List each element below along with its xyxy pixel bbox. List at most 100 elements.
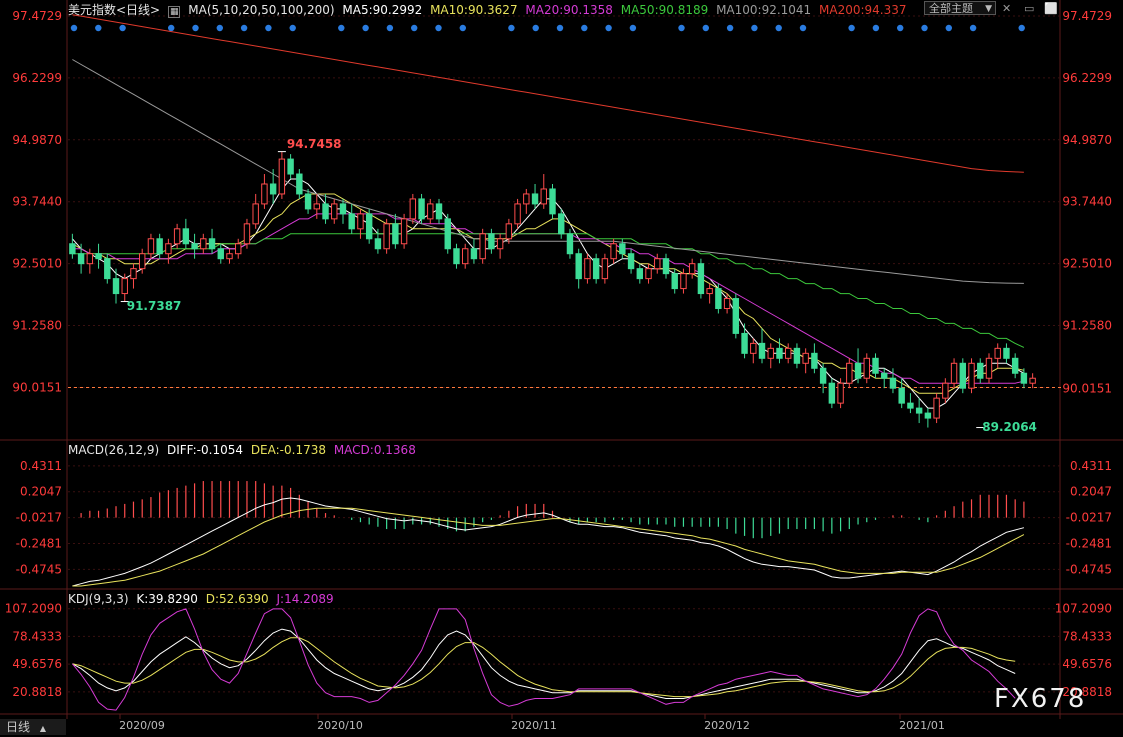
price-axis-label-left: 94.9870 bbox=[12, 133, 62, 147]
ma200-value: MA200:94.337 bbox=[819, 3, 907, 17]
candle-down bbox=[915, 407, 923, 414]
period-tab-daily[interactable]: 日线 ▲ bbox=[0, 719, 66, 735]
kdj-axis-label-left: 107.2090 bbox=[5, 602, 62, 616]
candle-up bbox=[261, 183, 268, 205]
macd-header: MACD(26,12,9) DIFF:-0.1054 DEA:-0.1738 M… bbox=[68, 443, 420, 457]
theme-select[interactable]: 全部主题 ▼ bbox=[924, 1, 996, 15]
candle-down bbox=[348, 213, 355, 230]
candle-down bbox=[392, 223, 399, 245]
candle-down bbox=[758, 342, 766, 359]
candle-up bbox=[767, 347, 774, 359]
ma100-value: MA100:92.1041 bbox=[716, 3, 812, 17]
candle-up bbox=[968, 362, 975, 389]
main-header: 美元指数<日线> ▦ MA(5,10,20,50,100,200) MA5:90… bbox=[68, 1, 911, 18]
chart-type-icon[interactable]: ▦ bbox=[167, 6, 181, 18]
price-axis-label-left: 91.2580 bbox=[12, 319, 62, 333]
theme-select-label: 全部主题 bbox=[929, 2, 973, 15]
candle-up bbox=[514, 203, 521, 225]
candle-down bbox=[435, 203, 443, 220]
kdj-axis-label-right: 49.6576 bbox=[1062, 657, 1112, 671]
candle-up bbox=[313, 203, 321, 210]
kdj-axis-label-right: 78.4333 bbox=[1062, 629, 1112, 643]
candle-down bbox=[296, 173, 303, 195]
chart-title: 美元指数<日线> bbox=[68, 3, 161, 17]
candle-up bbox=[173, 228, 181, 245]
event-dot bbox=[435, 24, 442, 32]
candle-down bbox=[287, 158, 294, 175]
candle-down bbox=[104, 258, 111, 280]
candle-down bbox=[793, 347, 801, 364]
candle-up bbox=[750, 342, 757, 354]
ma-line-ma100 bbox=[72, 59, 1024, 284]
candle-up bbox=[121, 278, 128, 295]
price-axis-label-left: 96.2299 bbox=[12, 71, 62, 85]
ma-line-ma50 bbox=[72, 233, 1025, 348]
candle-down bbox=[1011, 357, 1019, 374]
candle-up bbox=[1029, 377, 1036, 384]
macd-dea-value: DEA:-0.1738 bbox=[250, 443, 326, 457]
macd-axis-label-left: 0.4311 bbox=[20, 459, 62, 473]
price-axis-label-left: 93.7440 bbox=[12, 195, 62, 209]
event-dot bbox=[872, 24, 880, 32]
candle-up bbox=[130, 268, 137, 280]
macd-axis-label-right: 0.4311 bbox=[1070, 459, 1112, 473]
restore-icon[interactable]: ▭ bbox=[1024, 2, 1034, 15]
event-dot bbox=[581, 24, 588, 32]
candle-down bbox=[95, 253, 102, 260]
macd-line-diff bbox=[72, 497, 1025, 587]
candle-up bbox=[138, 253, 146, 270]
x-axis-label: 2020/09 bbox=[119, 719, 165, 732]
candle-up bbox=[496, 238, 504, 250]
high-label: 94.7458 bbox=[287, 137, 342, 151]
ma-line-ma200 bbox=[72, 14, 1024, 173]
event-dot bbox=[726, 24, 734, 32]
macd-axis-label-right: 0.2047 bbox=[1070, 485, 1112, 499]
candle-down bbox=[566, 233, 574, 255]
candle-down bbox=[182, 228, 190, 245]
price-axis-label-left: 92.5010 bbox=[12, 257, 62, 271]
price-axis-label-right: 97.4729 bbox=[1062, 9, 1112, 23]
chart-canvas: 97.4729 97.4729 96.2299 96.2299 94.9870 94.98… bbox=[0, 0, 1123, 732]
maximize-icon[interactable]: ⬜ bbox=[1044, 2, 1058, 15]
candle-up bbox=[654, 258, 661, 270]
candle-up bbox=[645, 268, 652, 280]
event-dot bbox=[848, 24, 855, 32]
kdj-header: KDJ(9,3,3) K:39.8290 D:52.6390 J:14.2089 bbox=[68, 592, 338, 606]
candle-down bbox=[662, 258, 670, 275]
candle-up bbox=[950, 362, 958, 384]
kdj-axis-label-left: 49.6576 bbox=[12, 657, 62, 671]
candle-up bbox=[278, 158, 286, 195]
event-dot bbox=[921, 24, 928, 32]
macd-settings-label: MACD(26,12,9) bbox=[68, 443, 160, 457]
macd-axis-label-right: -0.4745 bbox=[1066, 562, 1112, 576]
candle-down bbox=[819, 367, 827, 384]
candle-down bbox=[592, 258, 600, 280]
event-dot bbox=[386, 24, 394, 32]
candle-up bbox=[147, 238, 155, 255]
candle-up bbox=[243, 223, 251, 245]
x-axis-label: 2020/11 bbox=[511, 719, 557, 732]
candle-down bbox=[959, 362, 967, 389]
macd-axis-label-left: -0.4745 bbox=[16, 562, 62, 576]
settings-icon[interactable]: ✕ bbox=[1002, 2, 1011, 15]
candle-down bbox=[776, 347, 783, 359]
candle-down bbox=[77, 253, 85, 265]
candle-up bbox=[331, 203, 338, 220]
candle-down bbox=[304, 193, 312, 210]
event-dot bbox=[629, 24, 637, 32]
candle-up bbox=[400, 218, 408, 245]
candle-up bbox=[540, 188, 547, 205]
event-dot bbox=[338, 24, 345, 32]
event-dot bbox=[240, 24, 248, 32]
ma10-value: MA10:90.3627 bbox=[430, 3, 518, 17]
candle-down bbox=[217, 248, 224, 260]
candle-up bbox=[863, 357, 870, 379]
x-axis-label: 2021/01 bbox=[899, 719, 945, 732]
event-dot bbox=[702, 24, 709, 32]
candle-up bbox=[994, 347, 1001, 359]
ma-line-ma10 bbox=[72, 193, 1025, 394]
candle-down bbox=[924, 412, 932, 419]
chevron-down-icon: ▼ bbox=[985, 4, 992, 14]
candle-up bbox=[252, 203, 259, 225]
candle-up bbox=[409, 198, 417, 220]
